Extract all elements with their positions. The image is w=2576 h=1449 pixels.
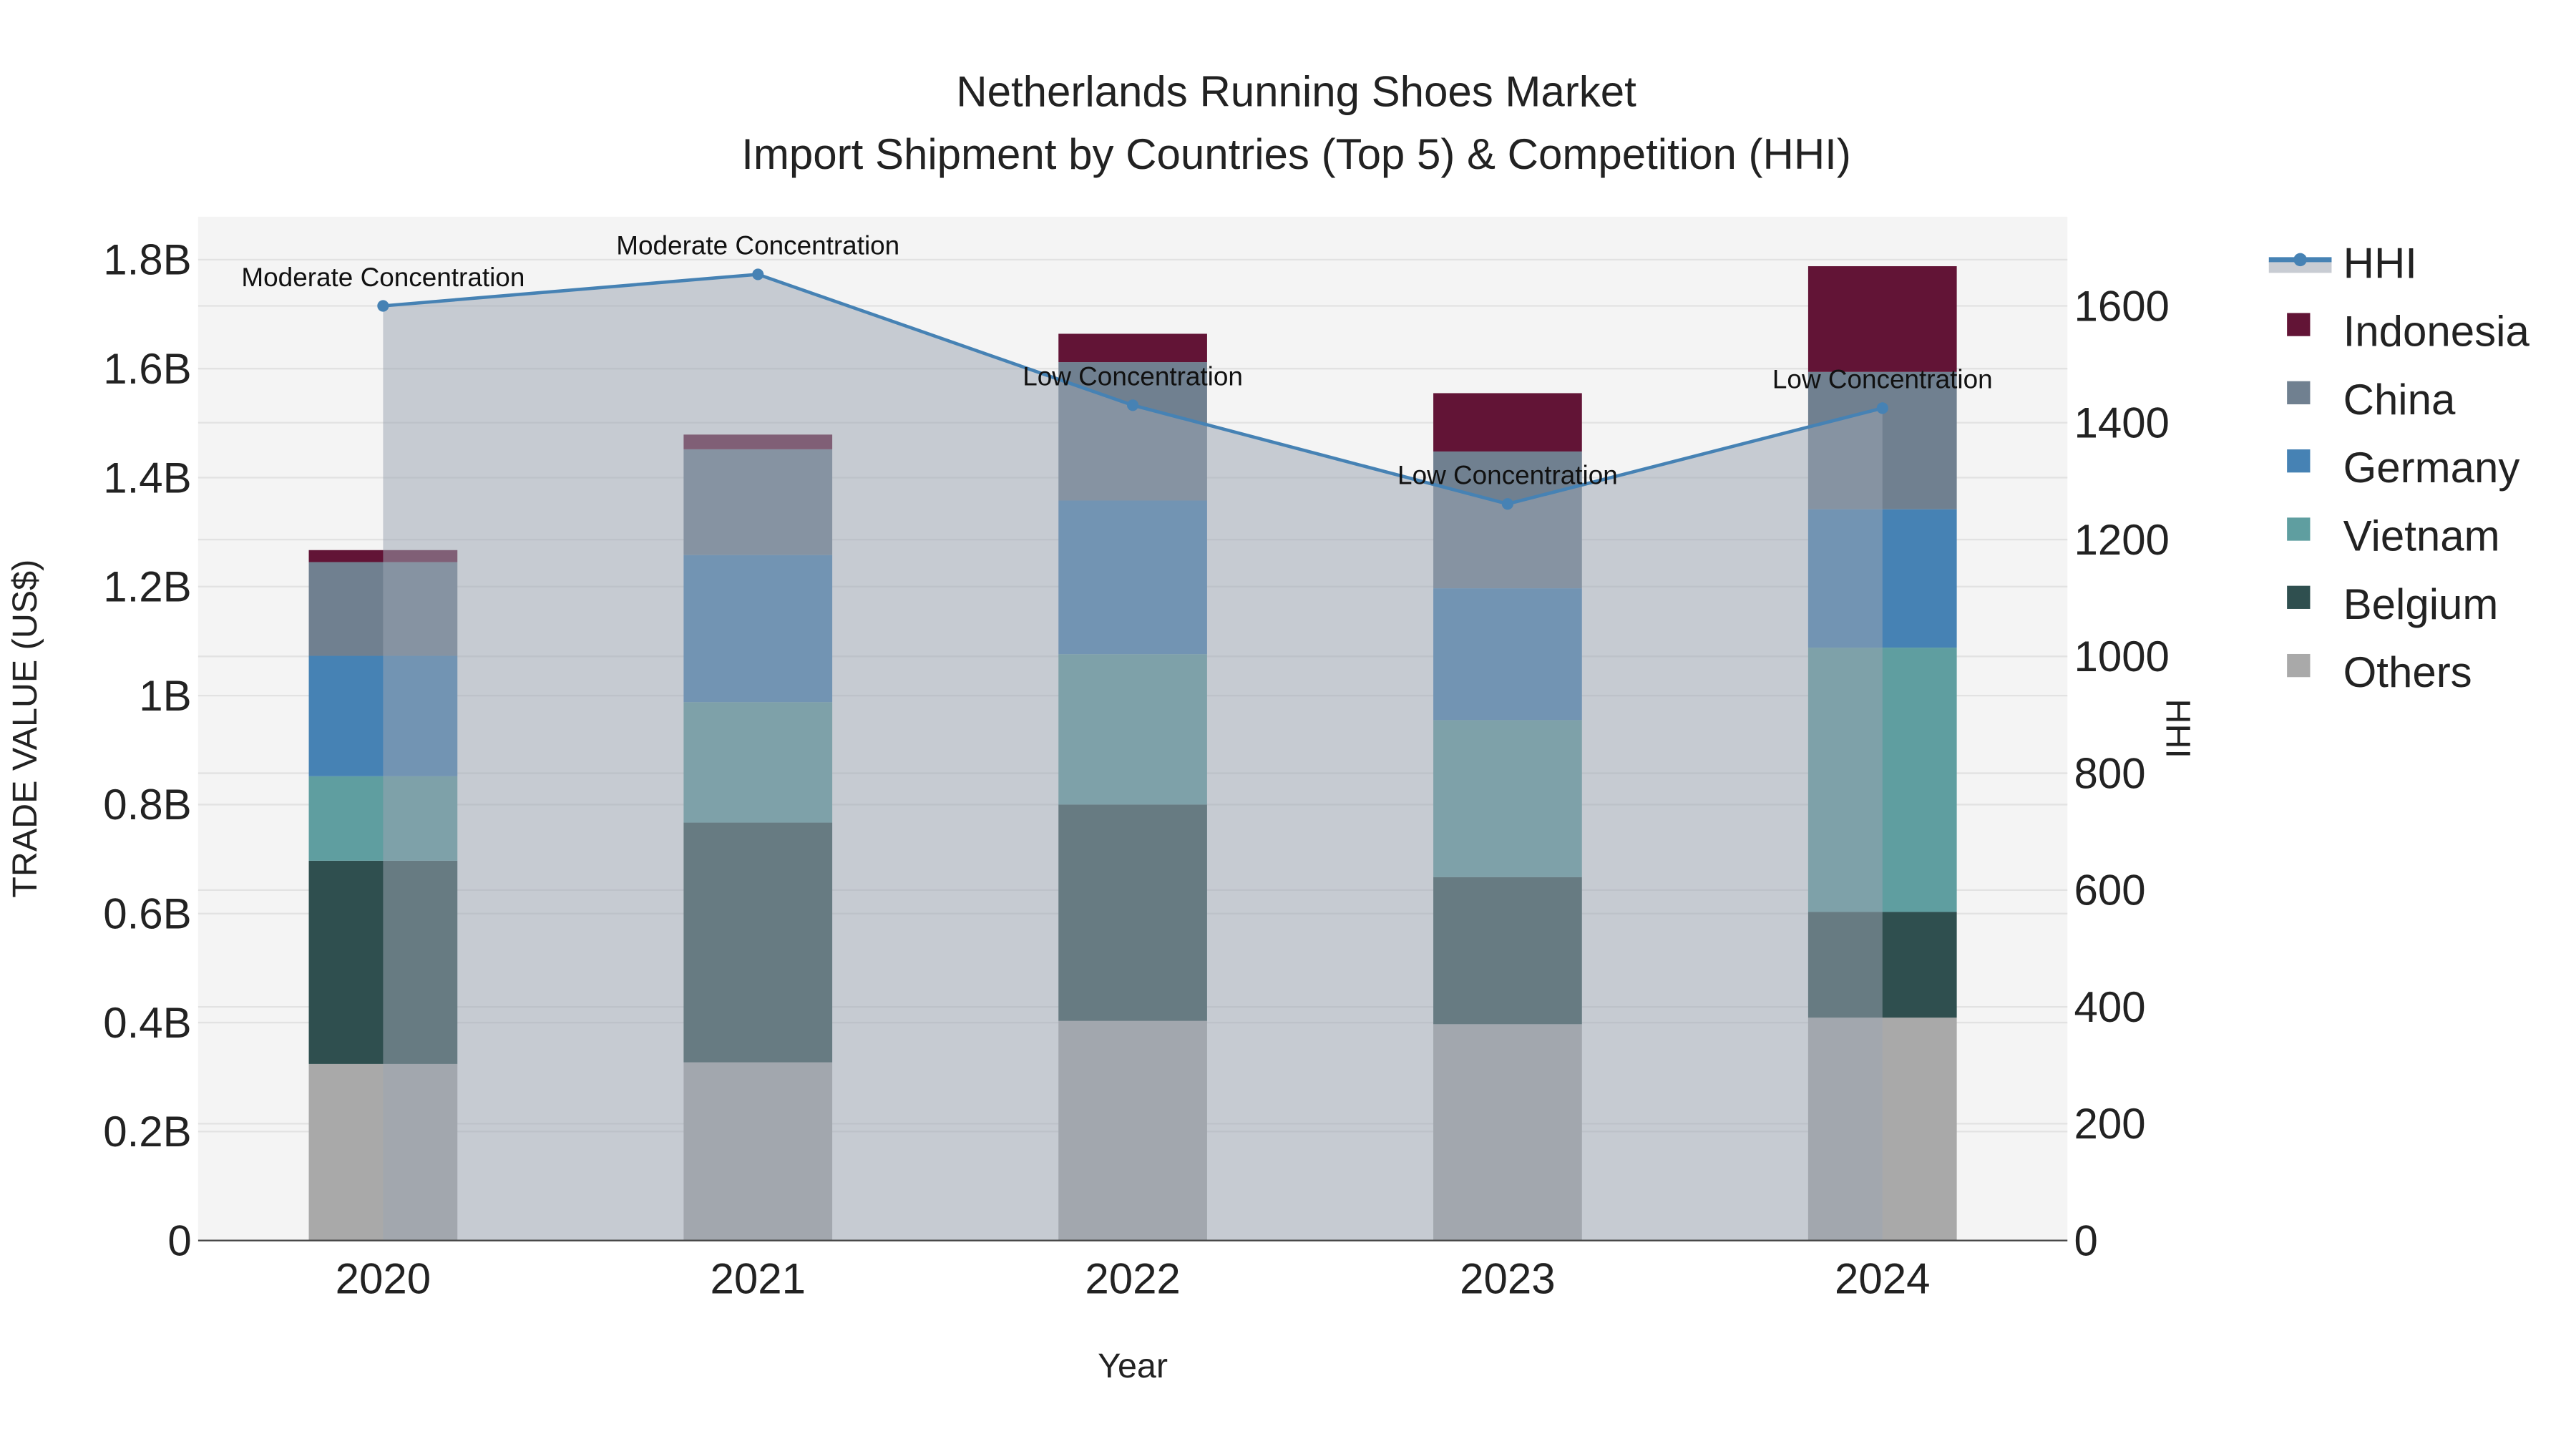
- y-axis-label: TRADE VALUE (US$): [6, 560, 44, 898]
- legend-label: Indonesia: [2343, 308, 2530, 356]
- y-tick-label: 1.4B: [103, 454, 191, 502]
- legend-item-belgium[interactable]: Belgium: [2287, 580, 2498, 628]
- legend-swatch: [2287, 449, 2311, 473]
- chart: 0 0.2B 0.4B 0.6B 0.8B 1B 1.2B 1.4B 1.6B 1.8B 0 200…: [6, 67, 2530, 1385]
- legend-swatch: [2287, 585, 2311, 609]
- bar-indonesia-2022: [1058, 333, 1207, 363]
- bar-indonesia-2024: [1807, 266, 1957, 372]
- y2-tick-label: 400: [2074, 983, 2145, 1031]
- legend-label: Others: [2343, 648, 2472, 696]
- x-tick-label: 2022: [1085, 1255, 1180, 1303]
- chart-subtitle: Import Shipment by Countries (Top 5) & C…: [741, 130, 1851, 178]
- y2-tick-label: 200: [2074, 1100, 2145, 1148]
- hhi-point-2023: [1501, 498, 1513, 510]
- y-axis-ticks: 0 0.2B 0.4B 0.6B 0.8B 1B 1.2B 1.4B 1.6B 1.8B: [103, 236, 191, 1265]
- hhi-point-2021: [752, 268, 764, 280]
- hhi-point-2024: [1876, 402, 1888, 414]
- y-tick-label: 1.2B: [103, 563, 191, 611]
- legend-label: China: [2343, 376, 2456, 424]
- legend-item-others[interactable]: Others: [2287, 648, 2472, 696]
- hhi-point-2020: [377, 300, 389, 312]
- y-tick-label: 0.6B: [103, 890, 191, 938]
- legend-label: HHI: [2343, 239, 2417, 287]
- y2-axis-label: HHI: [2159, 699, 2197, 758]
- y-tick-label: 0.2B: [103, 1108, 191, 1156]
- hhi-annotation: Low Concentration: [1772, 365, 1993, 394]
- y-tick-label: 0.4B: [103, 999, 191, 1047]
- y2-tick-label: 0: [2074, 1216, 2097, 1264]
- legend-item-china[interactable]: China: [2287, 376, 2456, 424]
- legend-label: Vietnam: [2343, 512, 2500, 560]
- hhi-annotation: Low Concentration: [1023, 362, 1243, 391]
- x-axis-label: Year: [1098, 1347, 1168, 1385]
- hhi-annotation: Moderate Concentration: [241, 263, 525, 292]
- legend: HHI Indonesia China Germany Vietnam Belgium Ot…: [2268, 239, 2529, 696]
- y-tick-label: 1.8B: [103, 236, 191, 284]
- hhi-annotation: Low Concentration: [1397, 461, 1618, 490]
- y2-tick-label: 800: [2074, 749, 2145, 797]
- x-tick-label: 2021: [710, 1255, 805, 1303]
- chart-title: Netherlands Running Shoes Market: [956, 67, 1636, 115]
- hhi-point-2022: [1127, 399, 1139, 411]
- legend-item-vietnam[interactable]: Vietnam: [2287, 512, 2500, 560]
- y2-tick-label: 1600: [2074, 282, 2169, 330]
- x-tick-label: 2024: [1835, 1255, 1930, 1303]
- legend-label: Germany: [2343, 444, 2520, 492]
- y2-tick-label: 1000: [2074, 633, 2169, 680]
- y2-tick-label: 1200: [2074, 516, 2169, 564]
- legend-item-indonesia[interactable]: Indonesia: [2287, 308, 2529, 356]
- y-tick-label: 0.8B: [103, 781, 191, 829]
- legend-swatch: [2287, 381, 2311, 405]
- bar-indonesia-2023: [1433, 393, 1582, 452]
- hhi-annotation: Moderate Concentration: [616, 231, 899, 260]
- y-tick-label: 1B: [139, 672, 191, 720]
- y-tick-label: 0: [167, 1216, 191, 1264]
- legend-swatch: [2287, 313, 2311, 336]
- y2-axis-ticks: 0 200 400 600 800 1000 1200 1400 1600: [2074, 282, 2169, 1264]
- x-tick-label: 2023: [1460, 1255, 1555, 1303]
- x-axis-ticks: 2020 2021 2022 2023 2024: [336, 1255, 1931, 1303]
- legend-swatch: [2287, 653, 2311, 678]
- y-tick-label: 1.6B: [103, 345, 191, 393]
- y2-tick-label: 1400: [2074, 399, 2169, 447]
- y2-tick-label: 600: [2074, 867, 2145, 914]
- legend-swatch: [2287, 517, 2311, 541]
- x-tick-label: 2020: [336, 1255, 431, 1303]
- legend-item-germany[interactable]: Germany: [2287, 444, 2519, 492]
- legend-item-hhi[interactable]: HHI: [2268, 239, 2417, 287]
- legend-label: Belgium: [2343, 580, 2499, 628]
